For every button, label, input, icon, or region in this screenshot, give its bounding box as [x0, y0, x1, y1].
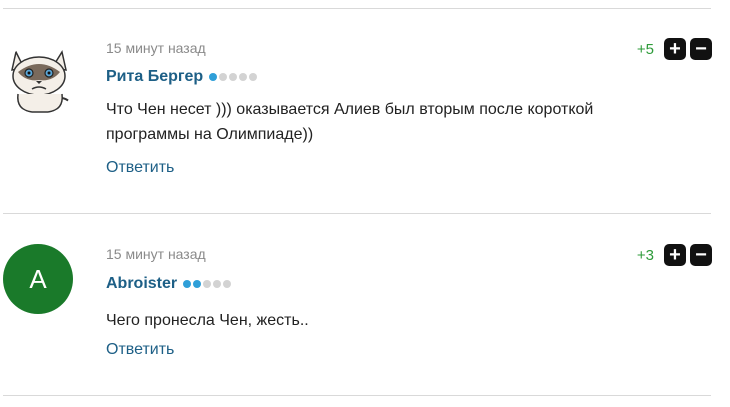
- comment-text: Чего пронесла Чен, жесть..: [106, 312, 309, 329]
- rating-dot: [219, 73, 228, 81]
- vote-score: +5: [636, 40, 654, 58]
- avatar[interactable]: [4, 42, 76, 114]
- comment-text: Что Чен несет ))) оказывается Алиев был …: [106, 101, 594, 143]
- comment-item: A 15 минут назад Abroister Чего пронесла…: [0, 244, 730, 374]
- rating-dots: [209, 73, 259, 81]
- avatar-letter: A: [29, 263, 47, 294]
- reply-button[interactable]: Ответить: [106, 159, 174, 177]
- rating-dot: [249, 73, 258, 81]
- rating-dot: [209, 73, 218, 81]
- upvote-button[interactable]: +: [664, 244, 686, 266]
- vote-controls: +5 + −: [637, 38, 712, 60]
- comment-author[interactable]: Abroister: [106, 275, 233, 293]
- vote-controls: +3 + −: [637, 244, 712, 266]
- divider-bottom: [3, 395, 711, 396]
- rating-dot: [193, 280, 202, 288]
- author-name[interactable]: Abroister: [106, 275, 177, 293]
- comment-item: 15 минут назад Рита Бергер Что Чен несет…: [0, 38, 730, 198]
- divider-top: [3, 8, 711, 9]
- rating-dot: [223, 280, 232, 288]
- grumpy-cat-avatar-icon: [4, 42, 76, 114]
- downvote-button[interactable]: −: [690, 38, 712, 60]
- avatar[interactable]: A: [3, 244, 73, 314]
- rating-dots: [183, 280, 233, 288]
- comment-time: 15 минут назад: [106, 246, 206, 262]
- upvote-button[interactable]: +: [664, 38, 686, 60]
- plus-icon: +: [669, 38, 681, 60]
- vote-score: +3: [636, 246, 654, 264]
- rating-dot: [203, 280, 212, 288]
- downvote-button[interactable]: −: [690, 244, 712, 266]
- minus-icon: −: [695, 244, 707, 266]
- minus-icon: −: [695, 38, 707, 60]
- comment-time: 15 минут назад: [106, 40, 206, 56]
- rating-dot: [213, 280, 222, 288]
- rating-dot: [183, 280, 192, 288]
- author-name[interactable]: Рита Бергер: [106, 68, 203, 86]
- reply-button[interactable]: Ответить: [106, 341, 174, 359]
- plus-icon: +: [669, 244, 681, 266]
- rating-dot: [239, 73, 248, 81]
- rating-dot: [229, 73, 238, 81]
- divider-middle: [3, 213, 711, 214]
- comment-author[interactable]: Рита Бергер: [106, 68, 259, 86]
